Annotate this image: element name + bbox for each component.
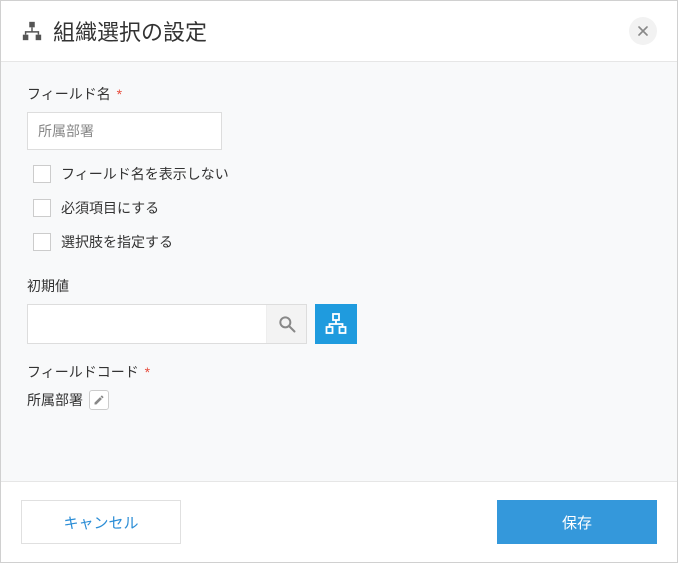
initial-value-row: [27, 304, 651, 344]
checkbox-specify-choices-box[interactable]: [33, 233, 51, 251]
dialog-title-wrap: 組織選択の設定: [21, 15, 207, 47]
field-name-label: フィールド名: [27, 86, 111, 102]
checkbox-required-item-box[interactable]: [33, 199, 51, 217]
org-picker-button[interactable]: [315, 304, 357, 344]
field-name-input[interactable]: [27, 112, 222, 150]
checkbox-hide-field-name: フィールド名を表示しない: [33, 164, 651, 184]
checkbox-required-item: 必須項目にする: [33, 198, 651, 218]
checkbox-hide-field-name-label: フィールド名を表示しない: [61, 164, 229, 184]
org-tree-icon: [21, 20, 43, 42]
pencil-icon: [93, 394, 105, 406]
field-code-label-row: フィールドコード *: [27, 362, 651, 382]
initial-value-label: 初期値: [27, 276, 651, 296]
close-button[interactable]: [629, 17, 657, 45]
cancel-button[interactable]: キャンセル: [21, 500, 181, 544]
edit-field-code-button[interactable]: [89, 390, 109, 410]
close-icon: [638, 26, 648, 36]
search-button[interactable]: [266, 305, 306, 343]
field-code-value: 所属部署: [27, 390, 83, 410]
checkbox-hide-field-name-box[interactable]: [33, 165, 51, 183]
dialog-body: フィールド名 * フィールド名を表示しない 必須項目にする 選択肢を指定する 初…: [1, 62, 677, 481]
dialog-header: 組織選択の設定: [1, 1, 677, 62]
dialog-footer: キャンセル 保存: [1, 481, 677, 562]
initial-value-input-group: [27, 304, 307, 344]
field-name-group: フィールド名 *: [27, 84, 651, 150]
field-name-label-row: フィールド名 *: [27, 84, 651, 104]
required-mark: *: [117, 86, 122, 102]
org-picker-icon: [324, 312, 348, 336]
field-code-row: 所属部署: [27, 390, 651, 410]
initial-value-group: 初期値: [27, 276, 651, 344]
save-button-label: 保存: [562, 512, 592, 533]
checkbox-specify-choices-label: 選択肢を指定する: [61, 232, 173, 252]
field-code-label: フィールドコード: [27, 364, 139, 380]
search-icon: [277, 314, 297, 334]
cancel-button-label: キャンセル: [63, 512, 138, 533]
save-button[interactable]: 保存: [497, 500, 657, 544]
checkbox-required-item-label: 必須項目にする: [61, 198, 159, 218]
dialog-title: 組織選択の設定: [53, 15, 207, 47]
initial-value-input[interactable]: [28, 305, 266, 343]
required-mark: *: [145, 364, 150, 380]
checkbox-specify-choices: 選択肢を指定する: [33, 232, 651, 252]
settings-dialog: 組織選択の設定 フィールド名 * フィールド名を表示しない 必須項目にする: [0, 0, 678, 563]
field-code-group: フィールドコード * 所属部署: [27, 362, 651, 410]
